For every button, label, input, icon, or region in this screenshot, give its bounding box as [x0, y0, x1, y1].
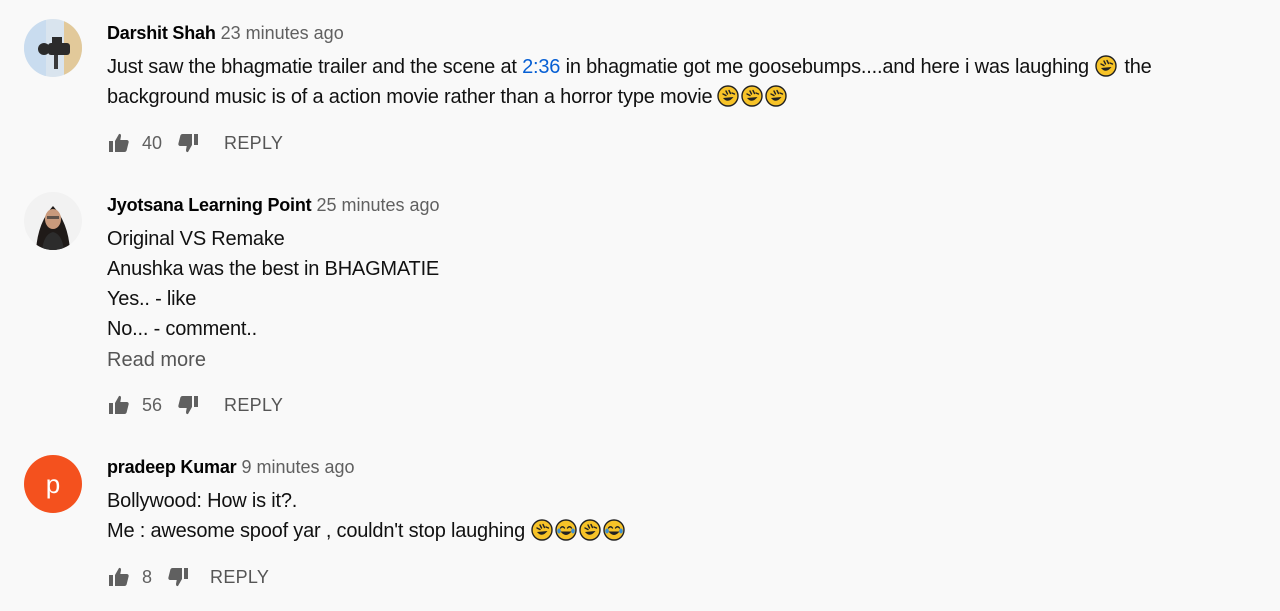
comment-text-segment: Just saw the bhagmatie trailer and the s…: [107, 56, 523, 78]
rolling-laughing-emoji: [531, 519, 553, 541]
comment-actions: 8 REPLY: [107, 562, 269, 592]
rolling-laughing-emoji: [765, 85, 787, 107]
comment-time[interactable]: 9 minutes ago: [241, 457, 354, 477]
author-name[interactable]: Darshit Shah: [107, 23, 216, 43]
thumb-up-icon[interactable]: [107, 565, 131, 589]
avatar-letter: p: [45, 468, 61, 499]
comment-header: pradeep Kumar 9 minutes ago: [107, 455, 1250, 479]
comment-text-segment: the: [1118, 56, 1152, 78]
reply-button[interactable]: REPLY: [224, 133, 283, 154]
comment-text-line: Bollywood: How is it?.: [107, 490, 298, 512]
like-count: 40: [142, 132, 163, 153]
comment-header: Jyotsana Learning Point 25 minutes ago: [107, 193, 1250, 217]
thumb-down-icon[interactable]: [176, 393, 200, 417]
author-name[interactable]: pradeep Kumar: [107, 457, 237, 477]
like-count: 8: [142, 566, 153, 587]
comment-text-segment: in bhagmatie got me goosebumps....and he…: [560, 56, 1090, 78]
comment-text-line: Original VS Remake: [107, 228, 285, 250]
avatar[interactable]: [24, 192, 82, 250]
comment-text: Bollywood: How is it?. Me : awesome spoo…: [107, 486, 1250, 546]
tears-of-joy-emoji: [555, 519, 577, 541]
comment-body: pradeep Kumar 9 minutes ago Bollywood: Ho…: [107, 455, 1250, 587]
reply-button[interactable]: REPLY: [224, 395, 283, 416]
comment-body: Darshit Shah 23 minutes ago Just saw the …: [107, 21, 1250, 153]
comment-actions: 56 REPLY: [107, 390, 283, 420]
comments-list: Darshit Shah 23 minutes ago Just saw the …: [0, 0, 1280, 611]
read-more-link[interactable]: Read more: [107, 346, 1250, 374]
tears-of-joy-emoji: [603, 519, 625, 541]
comment-text-line: Yes.. - like: [107, 288, 197, 310]
rolling-laughing-emoji: [717, 85, 739, 107]
comment-time[interactable]: 23 minutes ago: [221, 23, 344, 43]
author-name[interactable]: Jyotsana Learning Point: [107, 195, 312, 215]
comment-body: Jyotsana Learning Point 25 minutes ago Or…: [107, 193, 1250, 415]
rolling-laughing-emoji: [1095, 55, 1117, 77]
avatar[interactable]: [24, 19, 82, 77]
comment-text-line: Me : awesome spoof yar , couldn't stop l…: [107, 520, 525, 542]
thumb-up-icon[interactable]: [107, 131, 131, 155]
reply-button[interactable]: REPLY: [210, 567, 269, 588]
thumb-down-icon[interactable]: [176, 131, 200, 155]
comment-text-line: background music is of a action movie ra…: [107, 86, 713, 108]
like-count: 56: [142, 394, 163, 415]
comment-text-line: No... - comment..: [107, 318, 257, 340]
comment-text: Original VS Remake Anushka was the best …: [107, 224, 1250, 344]
rolling-laughing-emoji: [741, 85, 763, 107]
timestamp-link[interactable]: 2:36: [522, 56, 560, 78]
comment-text-line: Anushka was the best in BHAGMATIE: [107, 258, 440, 280]
comment-text: Just saw the bhagmatie trailer and the s…: [107, 52, 1250, 112]
comment-header: Darshit Shah 23 minutes ago: [107, 21, 1250, 45]
comment-actions: 40 REPLY: [107, 128, 283, 158]
thumb-up-icon[interactable]: [107, 393, 131, 417]
thumb-down-icon[interactable]: [166, 565, 190, 589]
rolling-laughing-emoji: [579, 519, 601, 541]
avatar[interactable]: p: [24, 455, 82, 513]
comment-time[interactable]: 25 minutes ago: [316, 195, 439, 215]
